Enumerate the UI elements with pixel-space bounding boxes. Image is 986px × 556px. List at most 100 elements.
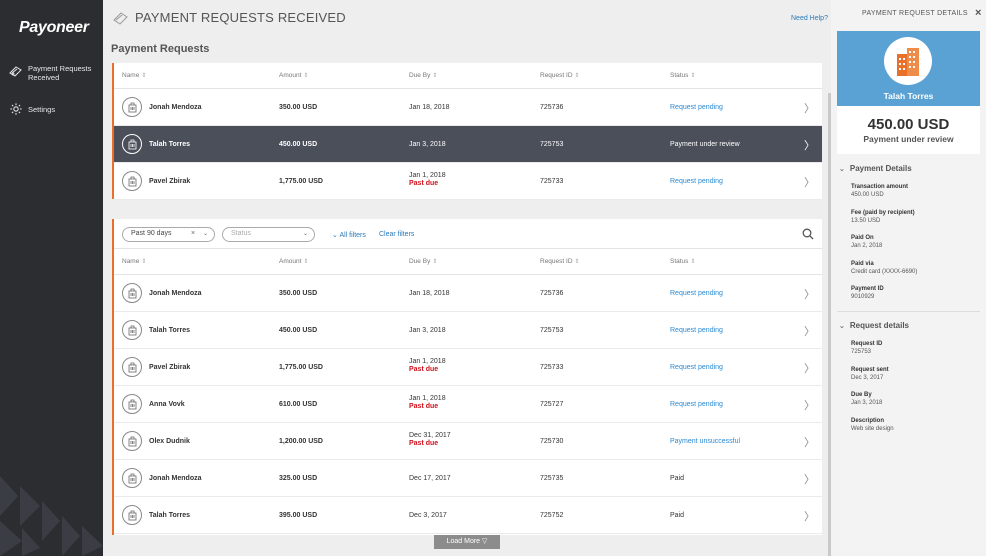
payer-name: Pavel Zbirak	[149, 364, 191, 371]
load-more-button[interactable]: Load More ▽	[434, 535, 500, 549]
column-header-status[interactable]: Status ⇕	[670, 258, 695, 265]
sidebar-item-settings[interactable]: Settings	[8, 102, 55, 116]
table-row[interactable]: Pavel Zbirak 1,775.00 USD Jan 1, 2018 Past …	[114, 163, 822, 200]
chevron-right-icon[interactable]: 〉	[804, 508, 815, 524]
page-title: PAYMENT REQUESTS RECEIVED	[112, 10, 346, 25]
period-filter[interactable]: Past 90 days × ⌄	[122, 227, 215, 242]
chevron-right-icon[interactable]: 〉	[804, 323, 815, 339]
status-text: Payment unsuccessful	[670, 438, 741, 445]
details-amount: 450.00 USD	[867, 116, 950, 133]
detail-value: 13.50 USD	[851, 217, 881, 224]
chevron-right-icon[interactable]: 〉	[804, 174, 815, 190]
past-due-label: Past due	[409, 440, 439, 447]
payment-details-toggle[interactable]: ⌄ Payment Details	[839, 164, 912, 173]
due-date: Jan 1, 2018 Past due	[409, 172, 446, 187]
chevron-down-icon: ⌄	[303, 231, 309, 237]
column-header-amount[interactable]: Amount ⇕	[279, 72, 308, 79]
detail-value: Dec 3, 2017	[851, 374, 884, 381]
payer-name: Olex Dudnik	[149, 438, 190, 445]
chevron-right-icon[interactable]: 〉	[804, 471, 815, 487]
detail-field: Paid On Jan 2, 2018	[851, 234, 882, 250]
column-header-name[interactable]: Name ⇕	[122, 72, 146, 79]
amount: 325.00 USD	[279, 475, 318, 482]
detail-value: 725753	[851, 349, 872, 355]
status-text: Payment under review	[670, 141, 740, 148]
chevron-right-icon[interactable]: 〉	[804, 286, 815, 302]
detail-field: Paid via Credit card (XXXX-6690)	[851, 260, 917, 276]
status-filter-placeholder: Status	[231, 230, 251, 237]
amount: 450.00 USD	[279, 141, 318, 148]
payer-name: Talah Torres	[883, 91, 934, 101]
company-avatar-icon	[122, 171, 142, 191]
detail-label: Due By	[851, 392, 872, 398]
column-header-id[interactable]: Request ID ⇕	[540, 258, 580, 265]
amount: 450.00 USD	[279, 327, 318, 334]
company-avatar-icon	[122, 97, 142, 117]
table-row[interactable]: Talah Torres 395.00 USD Dec 3, 2017 725752 P…	[114, 497, 822, 534]
company-avatar-icon	[122, 394, 142, 414]
detail-value: Jan 2, 2018	[851, 243, 883, 249]
company-avatar-icon	[122, 468, 142, 488]
payer-name: Jonah Mendoza	[149, 290, 202, 297]
company-avatar	[884, 37, 932, 85]
payer-name: Talah Torres	[149, 141, 190, 148]
past-due-label: Past due	[409, 180, 439, 187]
search-icon[interactable]	[802, 228, 814, 240]
details-panel-title: PAYMENT REQUEST DETAILS	[862, 10, 968, 17]
payoneer-logo[interactable]: Payoneer	[19, 19, 89, 37]
chevron-right-icon[interactable]: 〉	[804, 360, 815, 376]
detail-label: Fee (paid by recipient)	[851, 209, 915, 216]
clear-period-icon[interactable]: ×	[191, 230, 195, 237]
need-help-link[interactable]: Need Help?	[791, 15, 828, 22]
details-status: Payment under review	[863, 134, 954, 144]
chevron-down-icon: ⌄	[203, 231, 209, 237]
due-date: Jan 3, 2018	[409, 141, 446, 148]
amount: 395.00 USD	[279, 512, 318, 519]
detail-label: Description	[851, 417, 885, 424]
table-row[interactable]: Pavel Zbirak 1,775.00 USD Jan 1, 2018 Past …	[114, 349, 822, 386]
table-row[interactable]: Jonah Mendoza 350.00 USD Jan 18, 2018 72573…	[114, 275, 822, 312]
table-row[interactable]: Olex Dudnik 1,200.00 USD Dec 31, 2017 Past …	[114, 423, 822, 460]
divider	[837, 311, 980, 312]
details-summary-card: Talah Torres 450.00 USD Payment under re…	[837, 31, 980, 154]
all-filters-link[interactable]: ⌄ All filters	[332, 231, 366, 239]
chevron-right-icon[interactable]: 〉	[804, 137, 815, 153]
company-avatar-icon	[122, 431, 142, 451]
column-header-id[interactable]: Request ID ⇕	[540, 72, 580, 79]
chevron-right-icon[interactable]: 〉	[804, 434, 815, 450]
column-header-name[interactable]: Name ⇕	[122, 258, 146, 265]
amount: 350.00 USD	[279, 104, 318, 111]
status-filter[interactable]: Status ⌄	[222, 227, 315, 242]
close-icon[interactable]: ×	[975, 7, 981, 19]
detail-value: Credit card (XXXX-6690)	[851, 268, 918, 275]
request-details-toggle[interactable]: ⌄ Request details	[839, 321, 909, 330]
detail-field: Request sent Dec 3, 2017	[851, 366, 889, 382]
column-header-due[interactable]: Due By ⇕	[409, 72, 437, 79]
column-header-due[interactable]: Due By ⇕	[409, 258, 437, 265]
table-row[interactable]: Anna Vovk 610.00 USD Jan 1, 2018 Past due 72…	[114, 386, 822, 423]
request-id: 725730	[540, 438, 564, 445]
period-filter-value: Past 90 days	[131, 230, 172, 237]
sidebar-item-payment-requests[interactable]: Payment Requests Received	[8, 64, 91, 82]
request-id: 725752	[540, 512, 564, 519]
request-id: 725735	[540, 475, 564, 482]
company-avatar-icon	[122, 505, 142, 525]
due-date: Dec 31, 2017 Past due	[409, 432, 451, 447]
detail-label: Request sent	[851, 366, 889, 373]
column-header-status[interactable]: Status ⇕	[670, 72, 695, 79]
detail-value: 450.00 USD	[851, 192, 884, 198]
due-date: Jan 18, 2018	[409, 290, 450, 297]
table-row[interactable]: Jonah Mendoza 325.00 USD Dec 17, 2017 72573…	[114, 460, 822, 497]
table-header: Name ⇕ Amount ⇕ Due By ⇕ Request ID ⇕ Status…	[114, 63, 822, 89]
payment-requests-table: Past 90 days × ⌄ Status ⌄ ⌄ All filters …	[112, 219, 822, 535]
detail-field: Due By Jan 3, 2018	[851, 391, 882, 407]
table-row[interactable]: Talah Torres 450.00 USD Jan 3, 2018 725753 P…	[114, 126, 822, 163]
table-row[interactable]: Jonah Mendoza 350.00 USD Jan 18, 2018 72573…	[114, 89, 822, 126]
amount: 1,775.00 USD	[279, 364, 323, 371]
column-header-amount[interactable]: Amount ⇕	[279, 258, 308, 265]
chevron-right-icon[interactable]: 〉	[804, 397, 815, 413]
clear-filters-link[interactable]: Clear filters	[379, 231, 414, 238]
detail-value: 9010929	[851, 294, 875, 300]
table-row[interactable]: Talah Torres 450.00 USD Jan 3, 2018 725753 R…	[114, 312, 822, 349]
chevron-right-icon[interactable]: 〉	[804, 100, 815, 116]
